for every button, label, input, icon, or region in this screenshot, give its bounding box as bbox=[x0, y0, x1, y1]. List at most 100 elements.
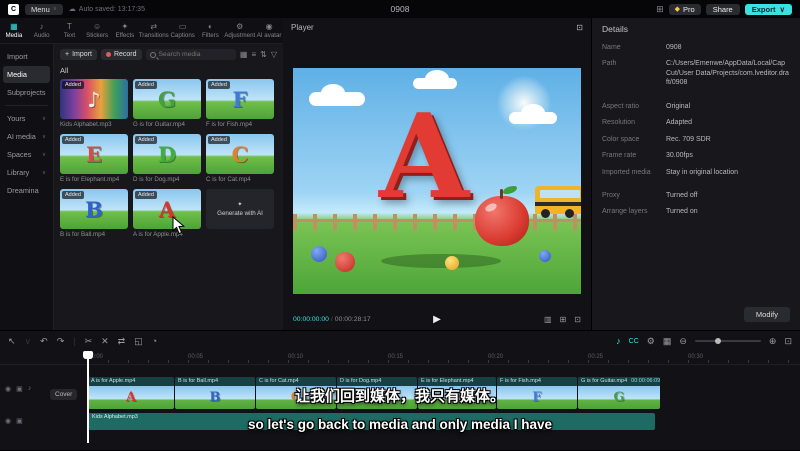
tab-adjustment[interactable]: ⚙ Adjustment bbox=[224, 22, 255, 39]
sidebar-item-subprojects[interactable]: Subprojects bbox=[3, 84, 50, 101]
school-bus-graphic bbox=[535, 186, 581, 218]
media-item-b-ball[interactable]: B Added B is for Ball.mp4 bbox=[60, 189, 128, 238]
layout-grid-icon[interactable]: ⊞ bbox=[656, 4, 664, 15]
list-view-icon[interactable]: ≡ bbox=[251, 50, 256, 59]
media-search[interactable] bbox=[145, 49, 236, 60]
share-button[interactable]: Share bbox=[705, 3, 740, 15]
details-group-gap bbox=[602, 95, 790, 102]
tab-audio[interactable]: ♪ Audio bbox=[28, 22, 56, 39]
zoom-slider[interactable] bbox=[694, 338, 761, 344]
media-item-c-cat[interactable]: C Added C is for Cat.mp4 bbox=[206, 134, 274, 183]
redo-icon[interactable]: ↷ bbox=[57, 336, 65, 347]
media-item-e-elephant[interactable]: E Added E is for Elephant.mp4 bbox=[60, 134, 128, 183]
letter-glyph: F bbox=[232, 86, 248, 112]
grid-view-icon[interactable]: ▦ bbox=[240, 50, 248, 59]
zoom-slider-knob[interactable] bbox=[714, 338, 721, 344]
ratio-icon[interactable]: ▥ bbox=[544, 315, 552, 324]
auto-captions-icon[interactable]: CC bbox=[629, 338, 639, 345]
media-item-g-guitar[interactable]: G Added G is for Guitar.mp4 bbox=[133, 79, 201, 128]
player-expand-icon[interactable]: ⊡ bbox=[576, 23, 583, 32]
detail-value: Stay in original location bbox=[666, 168, 738, 176]
sidebar-label: Library bbox=[7, 168, 30, 177]
search-icon bbox=[149, 51, 156, 58]
media-item-name: G is for Guitar.mp4 bbox=[133, 121, 185, 128]
capcut-app: C Menu ∨ ☁ Auto saved: 13:17:35 0908 ⊞ ◆… bbox=[0, 0, 800, 450]
chevron-down-icon: ∨ bbox=[41, 115, 46, 122]
detail-value: Adapted bbox=[666, 119, 693, 127]
track-layout-icon[interactable]: ▦ bbox=[663, 336, 672, 347]
letter-glyph: B bbox=[85, 196, 103, 222]
video-preview[interactable]: A bbox=[293, 68, 581, 294]
fullscreen-icon[interactable]: ⊡ bbox=[574, 315, 581, 324]
generate-with-ai-tile[interactable]: ✦ Generate with AI bbox=[206, 189, 274, 238]
media-item-kids-alphabet[interactable]: ♪ Added Kids Alphabet.mp3 bbox=[60, 79, 128, 128]
tab-effects[interactable]: ✦ Effects bbox=[111, 22, 139, 39]
sidebar-item-yours[interactable]: Yours ∨ bbox=[3, 110, 50, 127]
media-icon: ▦ bbox=[10, 22, 18, 31]
tab-ai-avatar[interactable]: ◉ AI avatar bbox=[255, 22, 283, 39]
tab-media[interactable]: ▦ Media bbox=[0, 22, 28, 39]
media-item-d-dog[interactable]: D Added D is for Dog.mp4 bbox=[133, 134, 201, 183]
ball-blue bbox=[311, 246, 327, 262]
tab-stickers[interactable]: ☺ Stickers bbox=[83, 22, 111, 39]
tool-dropdown-icon[interactable]: ∨ bbox=[25, 336, 32, 347]
export-button[interactable]: Export ∨ bbox=[744, 3, 792, 15]
mirror-icon[interactable]: ⇄ bbox=[118, 336, 126, 347]
tab-text[interactable]: T Text bbox=[56, 22, 84, 39]
split-icon[interactable]: ✂ bbox=[85, 336, 93, 347]
pro-button[interactable]: ◆ Pro bbox=[668, 3, 701, 15]
plus-icon: + bbox=[65, 51, 70, 58]
detail-label: Proxy bbox=[602, 191, 620, 199]
mute-track-icon[interactable]: ♪ bbox=[616, 336, 621, 346]
sidebar-item-media[interactable]: Media bbox=[3, 66, 50, 83]
section-all-label[interactable]: All bbox=[60, 66, 277, 75]
media-thumbnail: B Added bbox=[60, 189, 128, 229]
media-item-a-apple[interactable]: A Added A is for Apple.mp4 bbox=[133, 189, 201, 238]
cloud-graphic bbox=[309, 84, 365, 106]
sidebar-item-import[interactable]: Import bbox=[3, 48, 50, 65]
delete-icon[interactable]: ✕ bbox=[101, 336, 109, 347]
cloud-graphic bbox=[413, 70, 457, 89]
sidebar-item-dreamina[interactable]: Dreamina bbox=[3, 182, 50, 199]
sidebar-label: Dreamina bbox=[7, 186, 39, 195]
import-button[interactable]: + Import bbox=[60, 49, 97, 60]
media-item-f-fish[interactable]: F Added F is for Fish.mp4 bbox=[206, 79, 274, 128]
sidebar-item-ai-media[interactable]: AI media ∨ bbox=[3, 128, 50, 145]
sparkle-icon: ✦ bbox=[237, 201, 243, 208]
play-button[interactable]: ▶ bbox=[433, 314, 441, 325]
tab-captions[interactable]: ▭ Captions bbox=[169, 22, 197, 39]
zoom-out-icon[interactable]: ⊖ bbox=[679, 336, 687, 347]
zoom-in-icon[interactable]: ⊕ bbox=[769, 336, 777, 347]
timeline-settings-icon[interactable]: ⚙ bbox=[647, 336, 655, 347]
detail-value: 0908 bbox=[666, 44, 682, 51]
media-panel: + Import Record ▦ ≡ ⇅ ▽ All ♪ Added bbox=[54, 44, 283, 330]
search-input[interactable] bbox=[158, 51, 232, 58]
sidebar-item-library[interactable]: Library ∨ bbox=[3, 164, 50, 181]
media-toolbar: + Import Record ▦ ≡ ⇅ ▽ bbox=[60, 49, 277, 60]
tab-label: Media bbox=[5, 32, 23, 39]
autosave-text: Auto saved: 13:17:35 bbox=[78, 5, 145, 13]
undo-icon[interactable]: ↶ bbox=[40, 336, 48, 347]
tab-transitions[interactable]: ⇄ Transitions bbox=[139, 22, 169, 39]
grid-overlay-icon[interactable]: ⊞ bbox=[560, 315, 567, 324]
media-thumbnail: E Added bbox=[60, 134, 128, 174]
player-controls: 00:00:00:00 / 00:00:28:17 ▶ ▥ ⊞ ⊡ bbox=[283, 314, 591, 325]
fit-timeline-icon[interactable]: ⊡ bbox=[784, 336, 792, 347]
menu-button[interactable]: Menu ∨ bbox=[25, 3, 63, 15]
cursor-tool-icon[interactable]: ↖ bbox=[8, 336, 16, 347]
speed-icon[interactable]: ◔ bbox=[152, 336, 157, 346]
tab-label: Text bbox=[63, 32, 76, 39]
detail-label: Name bbox=[602, 44, 621, 51]
modify-button[interactable]: Modify bbox=[743, 307, 790, 322]
tab-filters[interactable]: ◐ Filters bbox=[197, 22, 225, 39]
export-chevron-icon: ∨ bbox=[779, 4, 786, 14]
media-item-name: D is for Dog.mp4 bbox=[133, 176, 180, 183]
time-ruler[interactable]: 00:00 00:05 00:10 00:15 00:20 00:25 00:3… bbox=[0, 351, 800, 365]
record-button[interactable]: Record bbox=[100, 49, 142, 60]
filter-icon[interactable]: ▽ bbox=[271, 50, 277, 59]
sidebar-item-spaces[interactable]: Spaces ∨ bbox=[3, 146, 50, 163]
sort-icon[interactable]: ⇅ bbox=[260, 50, 267, 59]
crop-icon[interactable]: ◱ bbox=[134, 336, 143, 347]
timeline-toolbar-right: ♪ CC ⚙ ▦ ⊖ ⊕ ⊡ bbox=[616, 336, 792, 347]
tab-label: AI avatar bbox=[256, 32, 282, 39]
